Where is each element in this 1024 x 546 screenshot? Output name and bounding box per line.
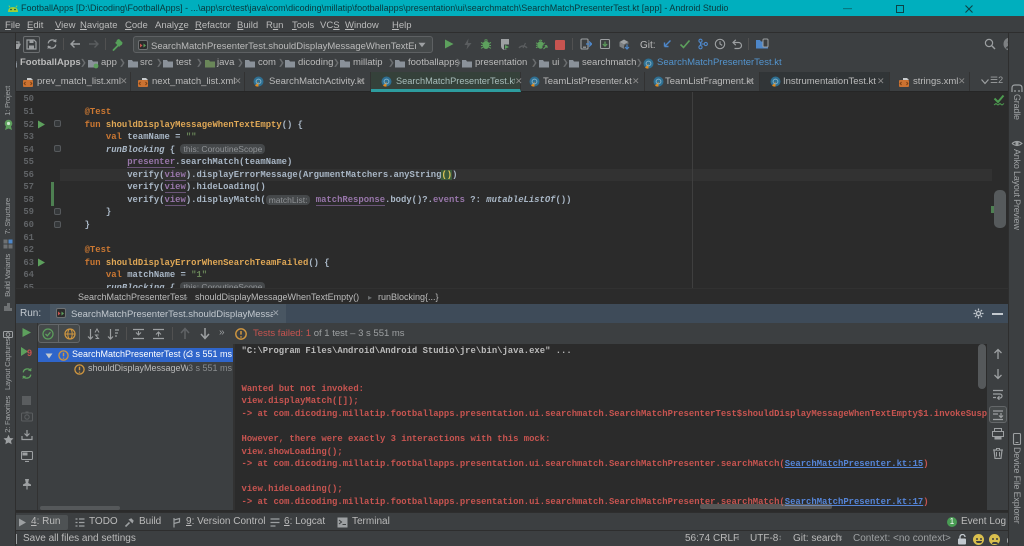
svg-text:9: 9: [27, 348, 32, 358]
